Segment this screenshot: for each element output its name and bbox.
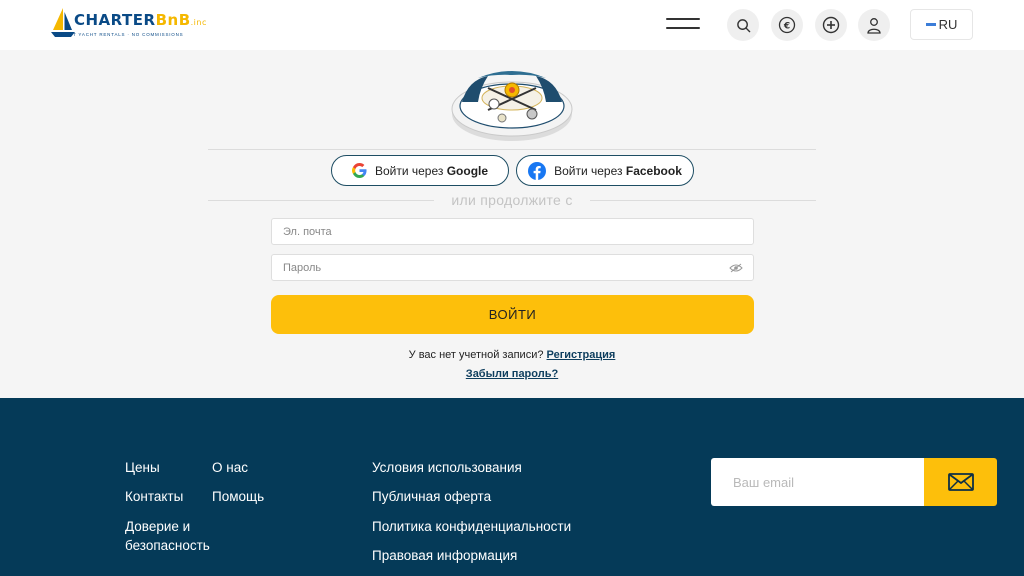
- no-account-row: У вас нет учетной записи? Регистрация: [0, 349, 1024, 361]
- charterbnb-logo[interactable]: CHARTERBnB.inc DIRECT YACHT RENTALS · NO…: [50, 6, 210, 42]
- google-login-label: Войти через Google: [375, 164, 488, 178]
- facebook-login-button[interactable]: Войти через Facebook: [516, 155, 694, 186]
- email-field[interactable]: [271, 218, 754, 245]
- svg-text:€: €: [783, 21, 790, 31]
- logo-wordmark: CHARTERBnB.inc: [74, 11, 207, 29]
- footer-link-privacy[interactable]: Политика конфиденциальности: [372, 517, 571, 536]
- google-icon: [351, 163, 367, 178]
- footer-link-help[interactable]: Помощь: [212, 487, 264, 506]
- facebook-icon: [528, 161, 547, 180]
- account-button[interactable]: [858, 9, 890, 41]
- menu-icon[interactable]: [664, 14, 702, 34]
- password-input[interactable]: [283, 261, 742, 274]
- language-label: RU: [938, 17, 958, 32]
- site-header: CHARTERBnB.inc DIRECT YACHT RENTALS · NO…: [0, 0, 1024, 50]
- newsletter-submit-button[interactable]: [924, 458, 997, 506]
- newsletter-email-input[interactable]: [733, 474, 902, 490]
- footer-link-legal[interactable]: Правовая информация: [372, 546, 517, 565]
- language-selector[interactable]: RU: [910, 9, 973, 40]
- footer-link-public-offer[interactable]: Публичная оферта: [372, 487, 491, 506]
- user-icon: [867, 17, 881, 34]
- newsletter-form: [711, 458, 997, 506]
- google-login-brand: Google: [446, 163, 489, 178]
- google-login-prefix: Войти через: [374, 163, 444, 178]
- newsletter-email-field[interactable]: [711, 458, 924, 506]
- eye-off-icon[interactable]: [729, 263, 743, 273]
- login-button[interactable]: ВОЙТИ: [271, 295, 754, 334]
- logo-word-suffix: .inc: [190, 18, 207, 27]
- or-continue-text: или продолжите с: [451, 192, 573, 208]
- forgot-password-link[interactable]: Забыли пароль?: [466, 368, 558, 380]
- logo-word-main: CHARTER: [74, 11, 156, 29]
- footer-link-trust-safety[interactable]: Доверие и безопасность: [125, 517, 220, 555]
- email-input[interactable]: [283, 225, 742, 238]
- flag-icon: [925, 23, 936, 26]
- password-field[interactable]: [271, 254, 754, 281]
- footer-link-terms[interactable]: Условия использования: [372, 458, 522, 477]
- emblem-divider: [208, 149, 816, 150]
- no-account-text: У вас нет учетной записи?: [408, 349, 544, 361]
- facebook-login-brand: Facebook: [625, 163, 682, 178]
- logo-tagline: DIRECT YACHT RENTALS · NO COMMISSIONS: [55, 32, 184, 37]
- search-icon: [736, 18, 750, 32]
- add-listing-button[interactable]: [815, 9, 847, 41]
- footer-link-about[interactable]: О нас: [212, 458, 248, 477]
- envelope-icon: [947, 473, 974, 491]
- currency-button[interactable]: €: [771, 9, 803, 41]
- footer-link-prices[interactable]: Цены: [125, 458, 160, 477]
- euro-icon: €: [778, 16, 796, 34]
- forgot-password-row: Забыли пароль?: [0, 368, 1024, 380]
- footer-link-contacts[interactable]: Контакты: [125, 487, 183, 506]
- facebook-login-label: Войти через Facebook: [554, 164, 682, 178]
- facebook-login-prefix: Войти через: [554, 163, 623, 178]
- logo-word-accent: BnB: [155, 11, 191, 29]
- add-circle-icon: [822, 16, 840, 34]
- google-login-button[interactable]: Войти через Google: [331, 155, 509, 186]
- compass-emblem-illustration: [451, 71, 573, 141]
- register-link[interactable]: Регистрация: [547, 349, 616, 361]
- search-button[interactable]: [727, 9, 759, 41]
